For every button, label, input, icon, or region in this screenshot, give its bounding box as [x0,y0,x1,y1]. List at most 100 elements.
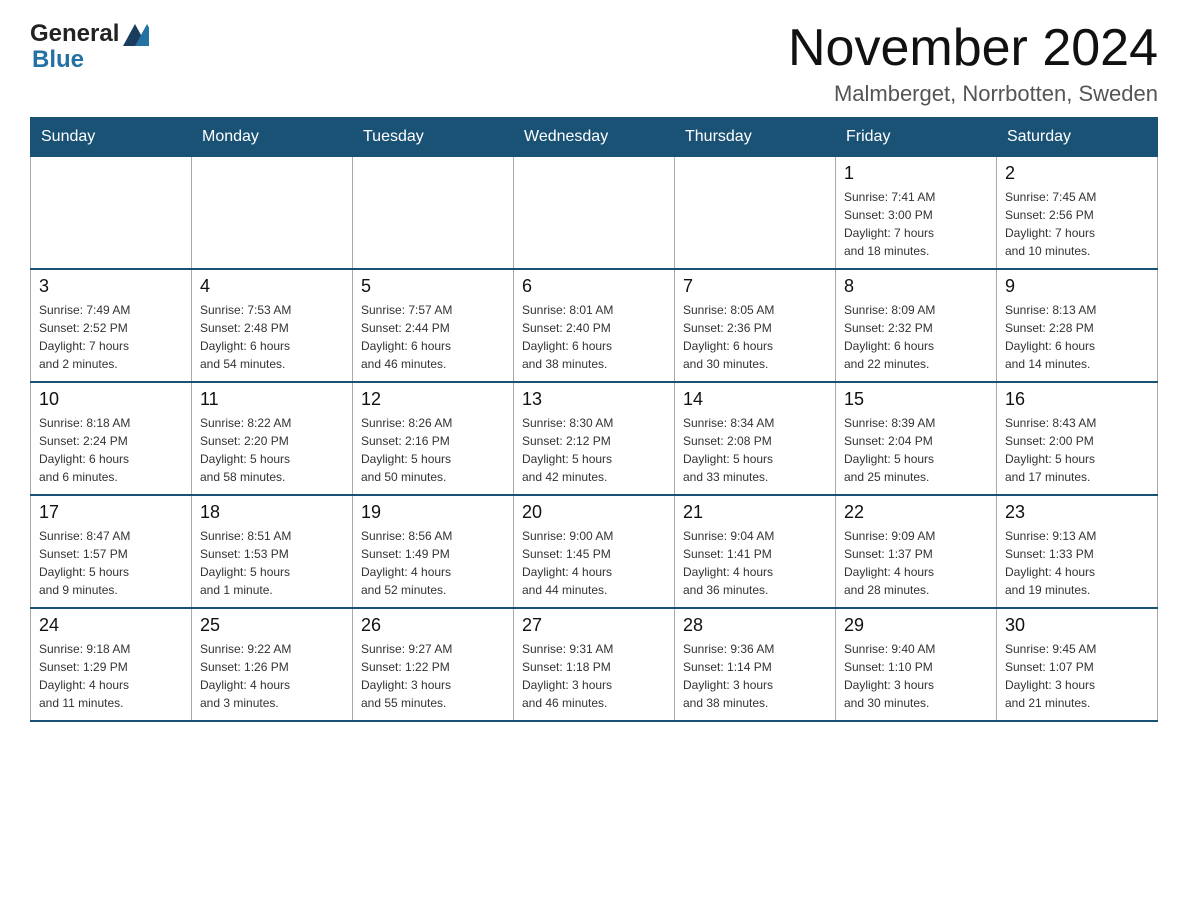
calendar-cell: 24 Sunrise: 9:18 AM Sunset: 1:29 PM Dayli… [31,608,192,721]
page-header: General Blue November 2024 Malmberget, N… [30,20,1158,107]
calendar-cell: 4Sunrise: 7:53 AM Sunset: 2:48 PM Daylig… [192,269,353,382]
calendar-cell: 16Sunrise: 8:43 AM Sunset: 2:00 PM Dayli… [997,382,1158,495]
calendar-cell: 14Sunrise: 8:34 AM Sunset: 2:08 PM Dayli… [675,382,836,495]
day-number: 13 [522,389,666,410]
day-info: Sunrise: 8:22 AM Sunset: 2:20 PM Dayligh… [200,414,344,486]
day-number: 30 [1005,615,1149,636]
calendar-cell [353,157,514,270]
day-number: 10 [39,389,183,410]
day-info: Sunrise: 9:04 AM Sunset: 1:41 PM Dayligh… [683,527,827,599]
logo-blue-text: Blue [30,46,149,74]
day-info: Sunrise: 9:27 AM Sunset: 1:22 PM Dayligh… [361,640,505,712]
calendar-cell: 23 Sunrise: 9:13 AM Sunset: 1:33 PM Dayli… [997,495,1158,608]
calendar-cell: 26 Sunrise: 9:27 AM Sunset: 1:22 PM Dayli… [353,608,514,721]
calendar-cell: 10 Sunrise: 8:18 AM Sunset: 2:24 PM Dayli… [31,382,192,495]
day-number: 5 [361,276,505,297]
calendar-cell: 12 Sunrise: 8:26 AM Sunset: 2:16 PM Dayli… [353,382,514,495]
day-number: 19 [361,502,505,523]
calendar-cell: 20 Sunrise: 9:00 AM Sunset: 1:45 PM Dayli… [514,495,675,608]
day-info: Sunrise: 9:45 AM Sunset: 1:07 PM Dayligh… [1005,640,1149,712]
calendar-week-row: 24 Sunrise: 9:18 AM Sunset: 1:29 PM Dayli… [31,608,1158,721]
logo-general-text: General [30,20,119,48]
day-info: Sunrise: 7:45 AM Sunset: 2:56 PM Dayligh… [1005,188,1149,260]
calendar-cell: 5 Sunrise: 7:57 AM Sunset: 2:44 PM Daylig… [353,269,514,382]
calendar-cell [192,157,353,270]
day-info: Sunrise: 7:41 AM Sunset: 3:00 PM Dayligh… [844,188,988,260]
day-number: 27 [522,615,666,636]
calendar-cell: 30 Sunrise: 9:45 AM Sunset: 1:07 PM Dayli… [997,608,1158,721]
day-info: Sunrise: 8:56 AM Sunset: 1:49 PM Dayligh… [361,527,505,599]
day-number: 25 [200,615,344,636]
day-info: Sunrise: 8:18 AM Sunset: 2:24 PM Dayligh… [39,414,183,486]
weekday-header-thursday: Thursday [675,118,836,157]
calendar-cell: 8 Sunrise: 8:09 AM Sunset: 2:32 PM Daylig… [836,269,997,382]
day-number: 20 [522,502,666,523]
day-number: 21 [683,502,827,523]
calendar-header-row: SundayMondayTuesdayWednesdayThursdayFrid… [31,118,1158,157]
calendar-cell: 1Sunrise: 7:41 AM Sunset: 3:00 PM Daylig… [836,157,997,270]
calendar-cell: 28 Sunrise: 9:36 AM Sunset: 1:14 PM Dayli… [675,608,836,721]
calendar-cell: 6 Sunrise: 8:01 AM Sunset: 2:40 PM Daylig… [514,269,675,382]
day-number: 24 [39,615,183,636]
weekday-header-tuesday: Tuesday [353,118,514,157]
location-title: Malmberget, Norrbotten, Sweden [788,81,1158,107]
calendar-cell: 9 Sunrise: 8:13 AM Sunset: 2:28 PM Daylig… [997,269,1158,382]
day-number: 3 [39,276,183,297]
day-number: 28 [683,615,827,636]
day-info: Sunrise: 8:47 AM Sunset: 1:57 PM Dayligh… [39,527,183,599]
day-number: 9 [1005,276,1149,297]
day-info: Sunrise: 9:22 AM Sunset: 1:26 PM Dayligh… [200,640,344,712]
day-info: Sunrise: 9:40 AM Sunset: 1:10 PM Dayligh… [844,640,988,712]
day-info: Sunrise: 9:31 AM Sunset: 1:18 PM Dayligh… [522,640,666,712]
calendar-week-row: 17 Sunrise: 8:47 AM Sunset: 1:57 PM Dayli… [31,495,1158,608]
calendar-cell: 21 Sunrise: 9:04 AM Sunset: 1:41 PM Dayli… [675,495,836,608]
title-section: November 2024 Malmberget, Norrbotten, Sw… [788,20,1158,107]
day-info: Sunrise: 8:26 AM Sunset: 2:16 PM Dayligh… [361,414,505,486]
day-info: Sunrise: 8:01 AM Sunset: 2:40 PM Dayligh… [522,301,666,373]
calendar-cell [675,157,836,270]
calendar-cell: 19 Sunrise: 8:56 AM Sunset: 1:49 PM Dayli… [353,495,514,608]
calendar-cell: 17 Sunrise: 8:47 AM Sunset: 1:57 PM Dayli… [31,495,192,608]
day-info: Sunrise: 8:13 AM Sunset: 2:28 PM Dayligh… [1005,301,1149,373]
day-number: 29 [844,615,988,636]
day-number: 17 [39,502,183,523]
day-info: Sunrise: 7:57 AM Sunset: 2:44 PM Dayligh… [361,301,505,373]
day-info: Sunrise: 9:00 AM Sunset: 1:45 PM Dayligh… [522,527,666,599]
day-number: 18 [200,502,344,523]
weekday-header-wednesday: Wednesday [514,118,675,157]
day-info: Sunrise: 9:13 AM Sunset: 1:33 PM Dayligh… [1005,527,1149,599]
weekday-header-monday: Monday [192,118,353,157]
calendar-cell: 15Sunrise: 8:39 AM Sunset: 2:04 PM Dayli… [836,382,997,495]
day-number: 26 [361,615,505,636]
day-number: 6 [522,276,666,297]
calendar-cell: 27 Sunrise: 9:31 AM Sunset: 1:18 PM Dayli… [514,608,675,721]
day-info: Sunrise: 8:34 AM Sunset: 2:08 PM Dayligh… [683,414,827,486]
calendar-cell: 22 Sunrise: 9:09 AM Sunset: 1:37 PM Dayli… [836,495,997,608]
day-info: Sunrise: 8:51 AM Sunset: 1:53 PM Dayligh… [200,527,344,599]
day-info: Sunrise: 8:09 AM Sunset: 2:32 PM Dayligh… [844,301,988,373]
calendar-cell: 13 Sunrise: 8:30 AM Sunset: 2:12 PM Dayli… [514,382,675,495]
calendar-cell: 25 Sunrise: 9:22 AM Sunset: 1:26 PM Dayli… [192,608,353,721]
weekday-header-saturday: Saturday [997,118,1158,157]
calendar-week-row: 1Sunrise: 7:41 AM Sunset: 3:00 PM Daylig… [31,157,1158,270]
calendar-cell: 29 Sunrise: 9:40 AM Sunset: 1:10 PM Dayli… [836,608,997,721]
calendar-cell: 7Sunrise: 8:05 AM Sunset: 2:36 PM Daylig… [675,269,836,382]
logo: General Blue [30,20,149,74]
day-info: Sunrise: 9:18 AM Sunset: 1:29 PM Dayligh… [39,640,183,712]
day-info: Sunrise: 7:49 AM Sunset: 2:52 PM Dayligh… [39,301,183,373]
calendar-cell: 3 Sunrise: 7:49 AM Sunset: 2:52 PM Daylig… [31,269,192,382]
day-number: 23 [1005,502,1149,523]
calendar-cell [514,157,675,270]
calendar-table: SundayMondayTuesdayWednesdayThursdayFrid… [30,117,1158,722]
day-number: 16 [1005,389,1149,410]
day-number: 12 [361,389,505,410]
day-info: Sunrise: 9:09 AM Sunset: 1:37 PM Dayligh… [844,527,988,599]
day-number: 2 [1005,163,1149,184]
calendar-week-row: 10 Sunrise: 8:18 AM Sunset: 2:24 PM Dayli… [31,382,1158,495]
weekday-header-friday: Friday [836,118,997,157]
day-number: 8 [844,276,988,297]
day-number: 22 [844,502,988,523]
day-info: Sunrise: 9:36 AM Sunset: 1:14 PM Dayligh… [683,640,827,712]
day-info: Sunrise: 7:53 AM Sunset: 2:48 PM Dayligh… [200,301,344,373]
day-info: Sunrise: 8:30 AM Sunset: 2:12 PM Dayligh… [522,414,666,486]
